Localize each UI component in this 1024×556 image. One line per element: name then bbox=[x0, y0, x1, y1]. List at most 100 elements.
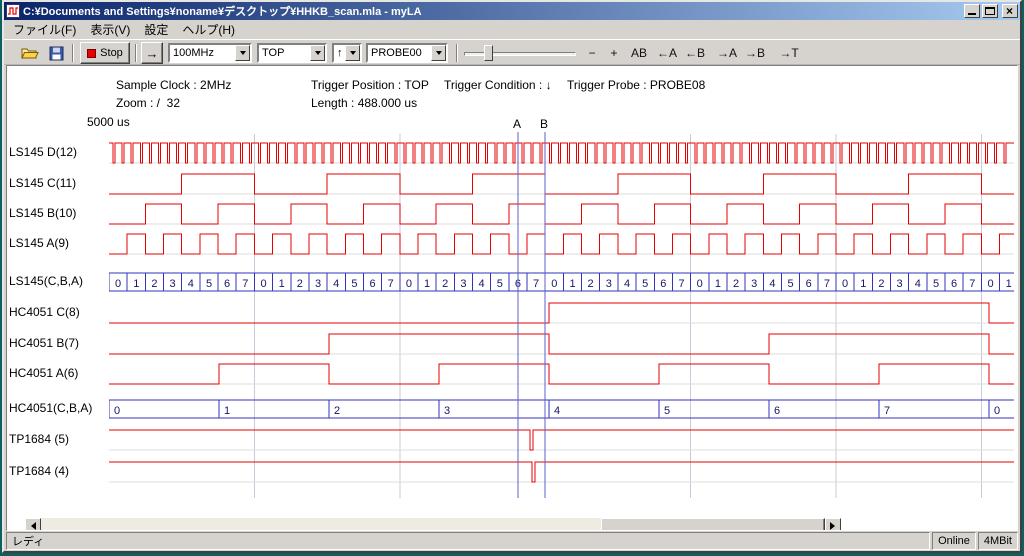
signal-label: LS145 C(11) bbox=[9, 176, 108, 190]
bus-cell-value: 2 bbox=[878, 278, 884, 290]
bus-cell-value: 0 bbox=[406, 278, 412, 290]
chevron-down-icon[interactable] bbox=[235, 45, 250, 61]
bus-cell-value: 1 bbox=[279, 278, 285, 290]
time-start-label: 5000 us bbox=[87, 115, 130, 129]
waveform-plot[interactable]: 0123456701234567012345670123456701234567… bbox=[109, 132, 1014, 500]
bus-cell-value: 2 bbox=[151, 278, 157, 290]
open-folder-icon bbox=[21, 46, 39, 60]
status-online: Online bbox=[938, 535, 970, 547]
status-memory-panel: 4MBit bbox=[978, 532, 1018, 550]
bus-cell-value: 0 bbox=[987, 278, 993, 290]
bus-cell-value: 7 bbox=[824, 278, 830, 290]
status-online-panel: Online bbox=[932, 532, 976, 550]
stop-button[interactable]: Stop bbox=[80, 42, 130, 64]
signal-label: HC4051(C,B,A) bbox=[9, 401, 108, 415]
scrollbar-thumb[interactable] bbox=[601, 518, 825, 531]
bus-cell-value: 4 bbox=[554, 405, 560, 417]
chevron-down-icon[interactable] bbox=[310, 45, 325, 61]
bus-cell-value: 7 bbox=[884, 405, 890, 417]
sample-clock-select[interactable]: 100MHz bbox=[168, 43, 252, 63]
bus-cell-value: 6 bbox=[774, 405, 780, 417]
info-trigger-position: Trigger Position : TOP bbox=[311, 78, 429, 92]
waveform-square bbox=[109, 204, 1014, 224]
menu-help[interactable]: ヘルプ(H) bbox=[175, 20, 242, 39]
jump-left-a-button[interactable]: ←A bbox=[654, 42, 680, 64]
jump-trigger-button[interactable]: →T bbox=[776, 42, 802, 64]
chevron-down-icon[interactable] bbox=[345, 45, 360, 61]
bus-cell-value: 1 bbox=[1006, 278, 1012, 290]
maximize-button[interactable] bbox=[982, 4, 998, 18]
maximize-icon bbox=[985, 7, 995, 15]
bus-cell-value: 1 bbox=[224, 405, 230, 417]
titlebar[interactable]: C:¥Documents and Settings¥noname¥デスクトップ¥… bbox=[4, 2, 1020, 20]
minimize-button[interactable] bbox=[964, 4, 980, 18]
trigger-edge-value: ↑ bbox=[337, 46, 343, 60]
signal-label: TP1684 (5) bbox=[9, 432, 108, 446]
bus-cell-value: 3 bbox=[460, 278, 466, 290]
scroll-left-button[interactable] bbox=[25, 518, 41, 531]
bus-cell-value: 3 bbox=[606, 278, 612, 290]
bus-cell-value: 3 bbox=[444, 405, 450, 417]
bus-cell-value: 7 bbox=[678, 278, 684, 290]
close-button[interactable] bbox=[1002, 4, 1018, 18]
bus-cell-value: 5 bbox=[206, 278, 212, 290]
toolbar: Stop → 100MHz TOP ↑ PROBE00 − + AB ←A bbox=[4, 39, 1020, 65]
marker-a-label: A bbox=[513, 117, 521, 131]
bus-cell-value: 4 bbox=[624, 278, 630, 290]
waveform-pulse bbox=[109, 462, 1014, 482]
zoom-out-button[interactable]: − bbox=[582, 42, 602, 64]
scroll-left-icon bbox=[27, 522, 36, 530]
signal-label: HC4051 A(6) bbox=[9, 366, 108, 380]
bus-cell-value: 0 bbox=[551, 278, 557, 290]
bus-cell-value: 3 bbox=[170, 278, 176, 290]
info-trigger-condition: Trigger Condition : ↓ bbox=[444, 78, 552, 92]
status-message-panel: レディ bbox=[6, 532, 930, 550]
open-file-button[interactable] bbox=[18, 42, 42, 64]
jump-right-b-button[interactable]: →B bbox=[742, 42, 768, 64]
scroll-right-button[interactable] bbox=[825, 518, 841, 531]
window-title: C:¥Documents and Settings¥noname¥デスクトップ¥… bbox=[23, 3, 961, 19]
zoom-in-button[interactable]: + bbox=[604, 42, 624, 64]
chevron-down-icon[interactable] bbox=[431, 45, 446, 61]
horizontal-scrollbar[interactable] bbox=[25, 518, 841, 531]
toolbar-separator bbox=[135, 44, 137, 62]
menubar: ファイル(F) 表示(V) 設定 ヘルプ(H) bbox=[4, 20, 1020, 39]
bus-cell-value: 4 bbox=[188, 278, 194, 290]
statusbar: レディ Online 4MBit bbox=[4, 531, 1020, 551]
jump-right-a-button[interactable]: →A bbox=[714, 42, 740, 64]
close-icon bbox=[1006, 4, 1013, 18]
zoom-slider-thumb[interactable] bbox=[484, 45, 493, 61]
trigger-edge-select[interactable]: ↑ bbox=[332, 43, 362, 63]
bus-cell-value: 0 bbox=[260, 278, 266, 290]
trigger-position-select[interactable]: TOP bbox=[257, 43, 327, 63]
jump-left-b-button[interactable]: ←B bbox=[682, 42, 708, 64]
signal-label: LS145 A(9) bbox=[9, 236, 108, 250]
bus-cell-value: 1 bbox=[715, 278, 721, 290]
run-button[interactable]: → bbox=[141, 42, 163, 64]
stop-icon bbox=[87, 49, 96, 58]
trigger-probe-select[interactable]: PROBE00 bbox=[366, 43, 448, 63]
bus-cell-value: 5 bbox=[933, 278, 939, 290]
signal-label: TP1684 (4) bbox=[9, 464, 108, 478]
info-sample-clock: Sample Clock : 2MHz bbox=[116, 78, 231, 92]
zoom-slider[interactable] bbox=[464, 44, 576, 62]
bus-cell-value: 0 bbox=[994, 405, 1000, 417]
bus-cell-value: 1 bbox=[569, 278, 575, 290]
ab-cursors-button[interactable]: AB bbox=[626, 42, 652, 64]
bus-cell-value: 1 bbox=[133, 278, 139, 290]
floppy-disk-icon bbox=[49, 46, 64, 61]
status-memory: 4MBit bbox=[984, 535, 1012, 547]
menu-settings[interactable]: 設定 bbox=[137, 20, 175, 39]
save-file-button[interactable] bbox=[44, 42, 68, 64]
signal-label: LS145(C,B,A) bbox=[9, 274, 108, 288]
trigger-probe-value: PROBE00 bbox=[371, 46, 422, 60]
menu-view[interactable]: 表示(V) bbox=[83, 20, 137, 39]
desktop: { "window": {"title": "C:¥Documents and … bbox=[0, 0, 1024, 556]
info-zoom: Zoom : / 32 bbox=[116, 96, 180, 110]
bus-cell-value: 1 bbox=[424, 278, 430, 290]
stop-button-label: Stop bbox=[100, 47, 123, 59]
bus-cell-value: 1 bbox=[860, 278, 866, 290]
waveform-square bbox=[109, 174, 1014, 194]
app-window: C:¥Documents and Settings¥noname¥デスクトップ¥… bbox=[2, 0, 1022, 553]
menu-file[interactable]: ファイル(F) bbox=[6, 20, 83, 39]
